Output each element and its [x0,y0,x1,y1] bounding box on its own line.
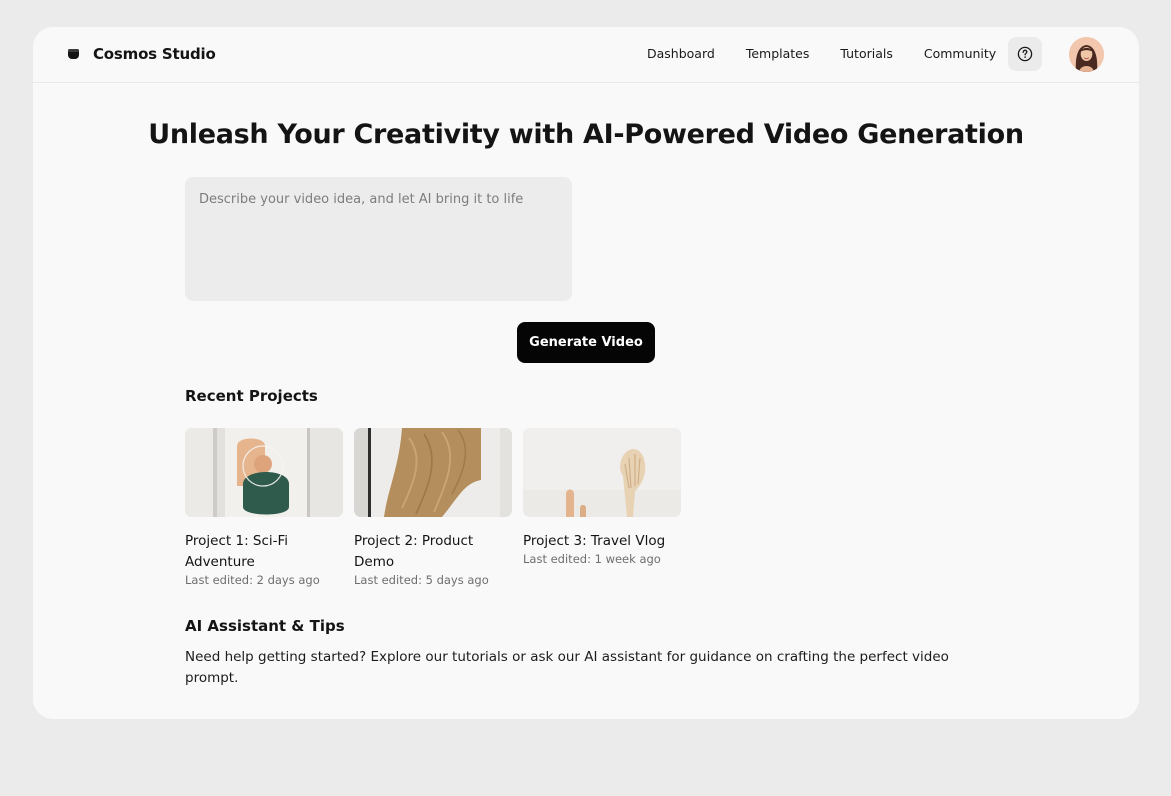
top-navigation-bar: Cosmos Studio Dashboard Templates Tutori… [33,27,1139,83]
project-last-edited: Last edited: 5 days ago [354,573,489,587]
video-prompt-input[interactable] [185,177,572,301]
page-title: Unleash Your Creativity with AI-Powered … [148,119,1024,150]
project-last-edited: Last edited: 1 week ago [523,552,661,566]
database-icon [68,49,79,59]
nav-link-tutorials[interactable]: Tutorials [840,46,892,61]
brand-name: Cosmos Studio [93,45,216,63]
project-thumbnail [523,428,681,517]
project-title: Project 2: Product Demo [354,533,474,570]
ai-tips-heading: AI Assistant & Tips [185,617,345,635]
avatar-image [1069,37,1104,72]
nav-link-community[interactable]: Community [924,46,996,61]
nav-link-templates[interactable]: Templates [746,46,810,61]
project-card[interactable]: Project 1: Sci-Fi Adventure Last edited:… [185,428,343,587]
project-card[interactable]: Project 3: Travel Vlog Last edited: 1 we… [523,428,681,587]
recent-projects-list: Project 1: Sci-Fi Adventure Last edited:… [185,428,681,587]
generate-video-button[interactable]: Generate Video [517,322,655,363]
project-title: Project 1: Sci-Fi Adventure [185,533,289,570]
project-title: Project 3: Travel Vlog [523,533,666,549]
recent-projects-heading: Recent Projects [185,387,318,405]
help-button[interactable] [1008,37,1042,71]
question-circle-icon [1017,46,1033,62]
project-card[interactable]: Project 2: Product Demo Last edited: 5 d… [354,428,512,587]
brand[interactable]: Cosmos Studio [68,45,216,63]
project-thumbnail [185,428,343,517]
project-last-edited: Last edited: 2 days ago [185,573,320,587]
nav-link-dashboard[interactable]: Dashboard [647,46,715,61]
main-nav: Dashboard Templates Tutorials Community [647,46,1027,61]
project-thumbnail [354,428,512,517]
app-window: Cosmos Studio Dashboard Templates Tutori… [33,27,1139,719]
user-avatar[interactable] [1069,37,1104,72]
ai-tips-text: Need help getting started? Explore our t… [185,649,949,686]
